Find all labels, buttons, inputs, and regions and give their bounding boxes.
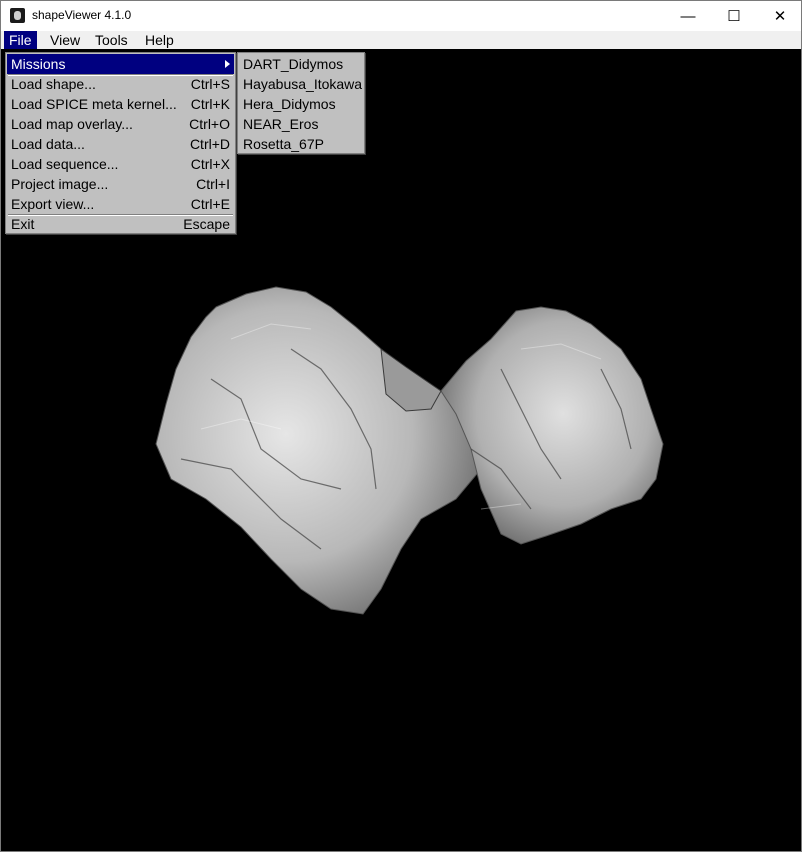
mission-item-hayabusa-itokawa[interactable]: Hayabusa_Itokawa <box>239 74 363 94</box>
menu-item-shortcut: Ctrl+E <box>190 196 230 212</box>
minimize-icon: — <box>680 7 696 25</box>
maximize-button[interactable]: ☐ <box>711 1 757 31</box>
menu-item-label: Load shape... <box>11 76 96 92</box>
window-title: shapeViewer 4.1.0 <box>32 8 132 22</box>
menu-item-shortcut: Ctrl+O <box>189 116 230 132</box>
menu-item-load-spice-meta-kernel[interactable]: Load SPICE meta kernel... Ctrl+K <box>7 94 234 114</box>
mission-label: NEAR_Eros <box>243 116 319 132</box>
menu-item-shortcut: Ctrl+X <box>190 156 230 172</box>
close-icon: ✕ <box>773 8 787 25</box>
maximize-icon: ☐ <box>727 8 741 25</box>
minimize-button[interactable]: — <box>665 1 711 31</box>
mission-item-hera-didymos[interactable]: Hera_Didymos <box>239 94 363 114</box>
mission-label: DART_Didymos <box>243 56 344 72</box>
menu-item-load-map-overlay[interactable]: Load map overlay... Ctrl+O <box>7 114 234 134</box>
app-window: shapeViewer 4.1.0 — ☐ ✕ File View Tools … <box>0 0 802 852</box>
menu-help[interactable]: Help <box>140 31 179 49</box>
menu-item-label: Exit <box>11 216 35 232</box>
title-bar[interactable]: shapeViewer 4.1.0 — ☐ ✕ <box>1 1 801 31</box>
menu-item-shortcut: Escape <box>183 216 230 232</box>
mission-item-dart-didymos[interactable]: DART_Didymos <box>239 54 363 74</box>
menu-item-load-sequence[interactable]: Load sequence... Ctrl+X <box>7 154 234 174</box>
menu-item-label: Project image... <box>11 176 109 192</box>
mission-item-rosetta-67p[interactable]: Rosetta_67P <box>239 134 363 154</box>
menu-item-label: Load sequence... <box>11 156 119 172</box>
menu-item-label: Export view... <box>11 196 95 212</box>
menu-item-export-view[interactable]: Export view... Ctrl+E <box>7 194 234 214</box>
missions-submenu: DART_Didymos Hayabusa_Itokawa Hera_Didym… <box>237 52 365 154</box>
menu-item-label: Load SPICE meta kernel... <box>11 96 177 112</box>
mission-label: Rosetta_67P <box>243 136 324 152</box>
menu-item-label: Load data... <box>11 136 85 152</box>
menu-item-load-shape[interactable]: Load shape... Ctrl+S <box>7 74 234 94</box>
menu-bar: File View Tools Help <box>1 31 801 49</box>
menu-item-shortcut: Ctrl+S <box>190 76 230 92</box>
menu-item-missions[interactable]: Missions <box>7 54 234 74</box>
menu-item-shortcut: Ctrl+D <box>189 136 230 152</box>
mission-label: Hayabusa_Itokawa <box>243 76 363 92</box>
menu-item-shortcut: Ctrl+K <box>190 96 230 112</box>
menu-file[interactable]: File <box>4 31 37 49</box>
menu-item-project-image[interactable]: Project image... Ctrl+I <box>7 174 234 194</box>
menu-item-load-data[interactable]: Load data... Ctrl+D <box>7 134 234 154</box>
menu-item-shortcut: Ctrl+I <box>196 176 230 192</box>
mission-item-near-eros[interactable]: NEAR_Eros <box>239 114 363 134</box>
menu-tools[interactable]: Tools <box>90 31 133 49</box>
menu-view[interactable]: View <box>45 31 85 49</box>
chevron-right-icon <box>225 60 230 68</box>
app-icon <box>10 8 25 23</box>
menu-item-label: Missions <box>11 56 66 72</box>
mission-label: Hera_Didymos <box>243 96 336 112</box>
file-menu-dropdown: Missions Load shape... Ctrl+S Load SPICE… <box>5 52 236 234</box>
menu-item-label: Load map overlay... <box>11 116 133 132</box>
close-button[interactable]: ✕ <box>757 1 802 31</box>
menu-item-exit[interactable]: Exit Escape <box>7 214 234 234</box>
